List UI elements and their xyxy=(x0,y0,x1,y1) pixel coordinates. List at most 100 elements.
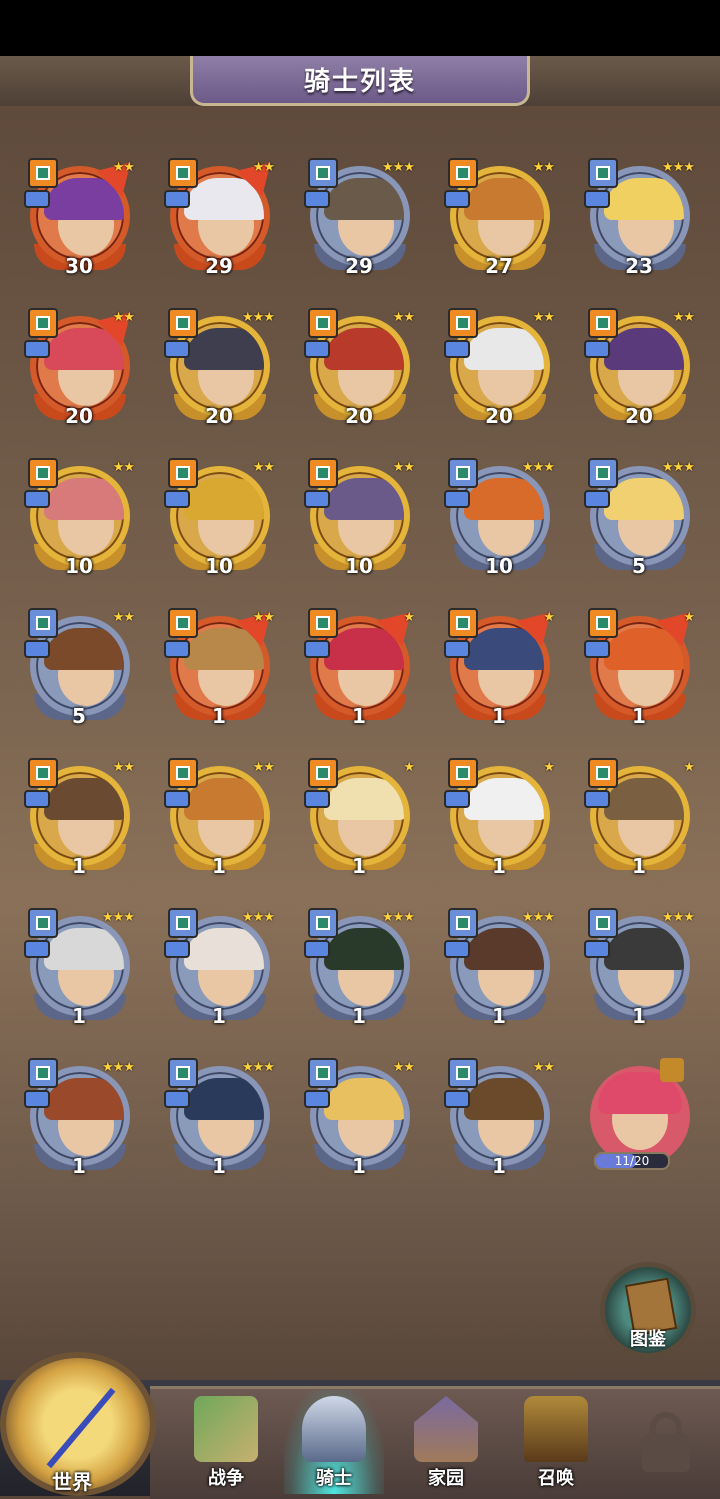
knight-level: 20 xyxy=(65,404,93,428)
knight-level: 5 xyxy=(72,704,86,728)
tab-war[interactable]: 战争 xyxy=(176,1390,276,1494)
knight-card[interactable]: ★★ 1 xyxy=(160,758,278,884)
role-icon xyxy=(164,940,190,958)
knight-card[interactable]: ★★★ 1 xyxy=(20,1058,138,1184)
knight-card[interactable]: ★★ 1 xyxy=(440,1058,558,1184)
role-icon xyxy=(584,190,610,208)
knight-icon xyxy=(302,1396,366,1462)
knight-card[interactable]: ★ 1 xyxy=(440,758,558,884)
knight-card[interactable]: ★★★ 1 xyxy=(160,908,278,1034)
class-icon xyxy=(308,758,338,788)
class-glyph xyxy=(316,166,330,180)
class-icon xyxy=(168,908,198,938)
class-icon xyxy=(28,1058,58,1088)
class-icon xyxy=(168,158,198,188)
role-icon xyxy=(444,940,470,958)
knight-card[interactable]: ★★ 20 xyxy=(20,299,144,434)
class-glyph xyxy=(176,766,190,780)
knight-card[interactable]: ★★ 10 xyxy=(20,458,138,584)
knight-card[interactable]: ★★ 20 xyxy=(580,308,698,434)
role-icon xyxy=(584,490,610,508)
class-icon xyxy=(308,608,338,638)
knight-level: 1 xyxy=(492,704,506,728)
star-rating: ★★★ xyxy=(662,460,695,475)
train-icon xyxy=(524,1396,588,1462)
knight-card[interactable]: ★ 1 xyxy=(300,758,418,884)
knight-level: 1 xyxy=(352,1154,366,1178)
class-icon xyxy=(588,608,618,638)
class-icon xyxy=(448,308,478,338)
knight-card[interactable]: ★★ 20 xyxy=(440,308,558,434)
knight-card[interactable]: ★★★ 1 xyxy=(580,908,698,1034)
class-glyph xyxy=(36,766,50,780)
knight-card[interactable]: ★★★ 1 xyxy=(160,1058,278,1184)
knight-card[interactable]: ★★★ 1 xyxy=(20,908,138,1034)
knight-card[interactable]: ★★ 1 xyxy=(20,758,138,884)
codex-label: 图鉴 xyxy=(630,1329,666,1350)
knight-level: 20 xyxy=(205,404,233,428)
knight-card[interactable]: ★★ 27 xyxy=(440,158,558,284)
class-glyph xyxy=(596,466,610,480)
world-button[interactable]: 世界 xyxy=(0,1352,156,1496)
codex-button[interactable]: 图鉴 xyxy=(600,1262,696,1358)
role-icon xyxy=(24,490,50,508)
class-icon xyxy=(28,608,58,638)
class-glyph xyxy=(316,466,330,480)
knight-card[interactable]: ★★ 29 xyxy=(160,149,284,284)
role-icon xyxy=(444,640,470,658)
star-rating: ★★ xyxy=(112,610,135,625)
class-icon xyxy=(588,908,618,938)
class-icon xyxy=(308,908,338,938)
knight-card[interactable]: ★★★ 1 xyxy=(440,908,558,1034)
class-glyph xyxy=(176,1066,190,1080)
knight-card[interactable]: ★★★ 10 xyxy=(440,458,558,584)
tab-summon[interactable]: 召唤 xyxy=(506,1390,606,1494)
class-glyph xyxy=(176,166,190,180)
role-icon xyxy=(444,340,470,358)
class-glyph xyxy=(456,316,470,330)
class-glyph xyxy=(316,616,330,630)
tab-home[interactable]: 家园 xyxy=(396,1390,496,1494)
class-icon xyxy=(308,458,338,488)
locked-tab[interactable] xyxy=(636,1408,696,1474)
class-icon xyxy=(28,758,58,788)
tab-knights[interactable]: 骑士 xyxy=(284,1390,384,1494)
knight-level: 1 xyxy=(352,704,366,728)
role-icon xyxy=(584,790,610,808)
knight-card[interactable]: ★ 1 xyxy=(440,599,564,734)
knight-shard-card[interactable]: 11/20 xyxy=(580,1058,698,1184)
star-rating: ★★ xyxy=(252,760,275,775)
knight-level: 30 xyxy=(65,254,93,278)
knight-card[interactable]: ★★ 1 xyxy=(300,1058,418,1184)
star-rating: ★★★ xyxy=(522,910,555,925)
knight-card[interactable]: ★ 1 xyxy=(580,599,704,734)
knight-card[interactable]: ★★★ 1 xyxy=(300,908,418,1034)
knight-level: 1 xyxy=(492,1004,506,1028)
tab-summon-label: 召唤 xyxy=(538,1468,574,1489)
class-glyph xyxy=(36,1066,50,1080)
knight-card[interactable]: ★★ 30 xyxy=(20,149,144,284)
knight-card[interactable]: ★★ 10 xyxy=(160,458,278,584)
world-label: 世界 xyxy=(52,1470,92,1494)
knight-level: 5 xyxy=(632,554,646,578)
knight-card[interactable]: ★★★ 29 xyxy=(300,158,418,284)
knight-card[interactable]: ★★ 1 xyxy=(160,599,284,734)
knight-card[interactable]: ★★ 10 xyxy=(300,458,418,584)
knight-level: 10 xyxy=(345,554,373,578)
tab-home-label: 家园 xyxy=(428,1468,464,1489)
knight-card[interactable]: ★ 1 xyxy=(300,599,424,734)
star-rating: ★★★ xyxy=(242,310,275,325)
knight-card[interactable]: ★★ 5 xyxy=(20,608,138,734)
star-rating: ★★★ xyxy=(662,910,695,925)
knight-level: 1 xyxy=(212,854,226,878)
class-icon xyxy=(308,308,338,338)
knight-level: 1 xyxy=(212,704,226,728)
knight-card[interactable]: ★★★ 5 xyxy=(580,458,698,584)
knight-card[interactable]: ★★★ 23 xyxy=(580,158,698,284)
knight-card[interactable]: ★★★ 20 xyxy=(160,308,278,434)
star-rating: ★★ xyxy=(532,160,555,175)
shard-progress-text: 11/20 xyxy=(614,1154,650,1168)
knight-card[interactable]: ★★ 20 xyxy=(300,308,418,434)
knight-card[interactable]: ★ 1 xyxy=(580,758,698,884)
knight-level: 1 xyxy=(72,1154,86,1178)
